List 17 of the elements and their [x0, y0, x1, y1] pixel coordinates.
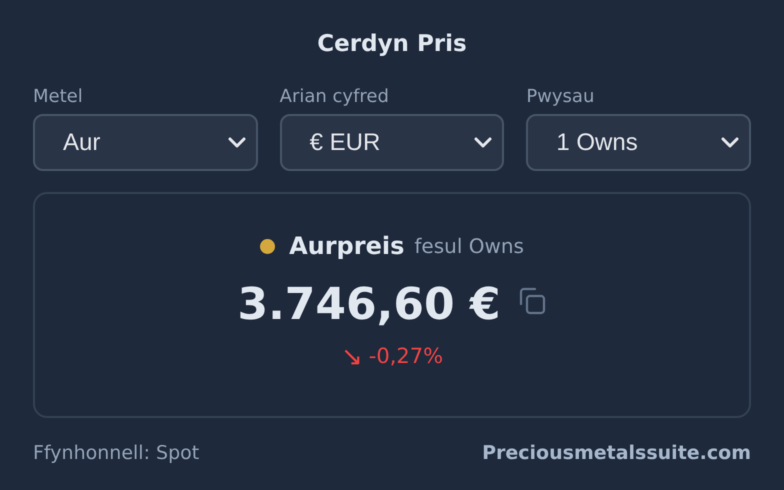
website-link[interactable]: Preciousmetalssuite.com: [482, 442, 751, 464]
metal-name: Aurpreis: [289, 232, 404, 260]
chevron-icon: [721, 136, 739, 148]
change-percent: -0,27%: [368, 344, 444, 370]
dropdown[interactable]: Aur: [33, 114, 258, 171]
field-label: Arian cyfred: [280, 86, 389, 108]
card-title: Cerdyn Pris: [317, 30, 467, 59]
price-value: 3.746,60 €: [237, 278, 501, 332]
dropdown[interactable]: € EUR: [280, 114, 504, 171]
chevron-icon: [228, 136, 246, 148]
field-label: Pwysau: [526, 86, 594, 108]
source-label: Ffynhonnell: Spot: [33, 442, 200, 464]
unit-label: fesul Owns: [414, 234, 524, 258]
chevron-icon: [474, 136, 492, 148]
field-label: Metel: [33, 86, 83, 108]
trend-arrow: ↘: [340, 344, 363, 370]
dropdown[interactable]: 1 Owns: [526, 114, 751, 171]
